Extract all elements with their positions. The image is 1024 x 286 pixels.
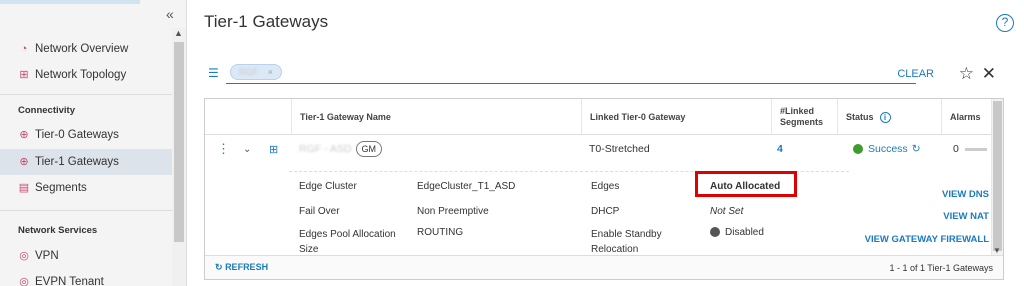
linked-segments-count[interactable]: 4 [777,135,783,163]
sidebar-divider [0,210,173,211]
edges-label: Edges [591,181,620,192]
refresh-button[interactable]: ↻ REFRESH [215,262,268,273]
topology-link-icon[interactable]: ⊞ [269,135,278,163]
sidebar: « ◔ Network Overview ⊞ Network Topology … [0,0,187,286]
table-header: Tier-1 Gateway Name Linked Tier-0 Gatewa… [205,99,1003,135]
filter-bar: ☰ RGF × CLEAR ☆ ✕ [204,62,1016,84]
row-menu-icon[interactable]: ⋮ [217,135,230,163]
pool-label: Edges Pool Allocation Size [299,229,396,255]
disabled-dot-icon [710,227,720,238]
sidebar-divider [0,94,173,95]
vpn-icon: ◎ [19,250,29,262]
page-title: Tier-1 Gateways [204,12,329,31]
gauge-icon: ◔ [20,43,28,55]
sidebar-item-network-topology[interactable]: ⊞ Network Topology [0,62,173,88]
evpn-icon: ◎ [19,276,29,286]
dhcp-label: DHCP [591,206,620,217]
gateway-name-cell[interactable]: RGF - ASD GM [299,135,383,163]
sidebar-item-tier1-gateways[interactable]: ⊕ Tier-1 Gateways [0,149,173,175]
sidebar-item-segments[interactable]: ▤ Segments [0,175,173,201]
sidebar-top-strip [0,0,140,4]
topology-icon: ⊞ [19,69,29,81]
section-connectivity: Connectivity [18,105,76,116]
collapse-sidebar-icon[interactable]: « [166,6,174,22]
filter-chip-text: RGF [239,67,258,77]
pool-value: ROUTING [417,227,464,238]
highlight-box [695,171,797,197]
refresh-icon: ↻ [215,262,223,272]
scroll-up-icon[interactable]: ▲ [174,28,183,38]
view-gateway-firewall-button[interactable]: VIEW GATEWAY FIREWALL [865,234,989,245]
main-content: Tier-1 Gateways ? ☰ RGF × CLEAR ☆ ✕ Tier… [188,0,1024,286]
success-dot-icon [853,144,863,154]
filter-icon[interactable]: ☰ [208,66,219,80]
edge-cluster-label: Edge Cluster [299,181,357,192]
gateway-icon: ⊕ [19,156,29,168]
edge-cluster-value: EdgeCluster_T1_ASD [417,181,516,192]
status-cell: Success ↻ [853,135,921,163]
star-icon[interactable]: ☆ [959,64,974,84]
pagination-text: 1 - 1 of 1 Tier-1 Gateways [889,263,993,273]
alarms-cell: 0 [953,135,987,163]
sidebar-item-label: Tier-1 Gateways [35,156,119,168]
col-header-status[interactable]: Status i [837,99,941,135]
standby-label: Enable Standby Relocation [591,229,662,255]
sidebar-item-evpn-tenant[interactable]: ◎ EVPN Tenant [0,269,173,286]
sidebar-item-label: EVPN Tenant [35,276,104,286]
filter-chip[interactable]: RGF × [230,64,282,80]
sidebar-scrollbar[interactable]: ▲ [172,28,186,286]
chip-close-icon[interactable]: × [268,65,273,79]
standby-value: Disabled [725,227,764,238]
standby-value-cell: Disabled [710,227,764,238]
table-row[interactable]: ⋮ ⌄ ⊞ RGF - ASD GM T0-Stretched 4 Succes… [205,135,1003,163]
col-header-linked-t0[interactable]: Linked Tier-0 Gateway [581,99,771,135]
close-icon[interactable]: ✕ [982,64,996,84]
gateway-icon: ⊕ [19,129,29,141]
status-value: Success [868,143,908,155]
col-header-alarms[interactable]: Alarms [941,99,991,135]
refresh-label: REFRESH [225,262,269,272]
table-scroll-thumb[interactable] [993,101,1002,251]
app-window: « ◔ Network Overview ⊞ Network Topology … [0,0,1024,286]
col-header-name[interactable]: Tier-1 Gateway Name [291,99,581,135]
clear-filter-button[interactable]: CLEAR [897,68,934,80]
sidebar-item-label: VPN [35,250,59,262]
expand-chevron-down-icon[interactable]: ⌄ [243,135,251,163]
alarms-count: 0 [953,143,959,155]
view-dns-button[interactable]: VIEW DNS [942,189,989,200]
section-network-services: Network Services [18,225,98,236]
sidebar-scroll-thumb[interactable] [174,42,184,242]
sidebar-item-label: Network Overview [35,43,129,55]
col-header-segments[interactable]: #Linked Segments [771,99,837,135]
table-scrollbar[interactable]: ▼ [991,99,1003,255]
sidebar-item-network-overview[interactable]: ◔ Network Overview [0,36,173,62]
gm-tag: GM [355,141,383,157]
table-footer: ↻ REFRESH 1 - 1 of 1 Tier-1 Gateways [205,255,1003,279]
info-icon[interactable]: i [879,111,891,123]
gateway-name[interactable]: RGF - ASD [299,143,352,155]
alarms-bar [964,147,987,151]
gateways-table: Tier-1 Gateway Name Linked Tier-0 Gatewa… [204,98,1004,280]
sidebar-item-label: Segments [35,182,87,194]
refresh-status-icon[interactable]: ↻ [912,143,921,155]
failover-label: Fail Over [299,206,340,217]
sidebar-item-label: Network Topology [35,69,127,81]
help-icon[interactable]: ? [996,14,1014,32]
failover-value: Non Preemptive [417,206,489,217]
sidebar-item-label: Tier-0 Gateways [35,129,119,141]
sidebar-item-vpn[interactable]: ◎ VPN [0,243,173,269]
filter-input[interactable] [226,83,916,84]
scroll-down-icon[interactable]: ▼ [993,246,1001,255]
dhcp-value: Not Set [710,206,744,217]
view-nat-button[interactable]: VIEW NAT [943,211,989,222]
linked-t0-cell: T0-Stretched [589,143,650,155]
sidebar-item-tier0-gateways[interactable]: ⊕ Tier-0 Gateways [0,122,173,148]
col-header-status-label: Status [846,112,874,122]
segments-icon: ▤ [18,182,30,194]
